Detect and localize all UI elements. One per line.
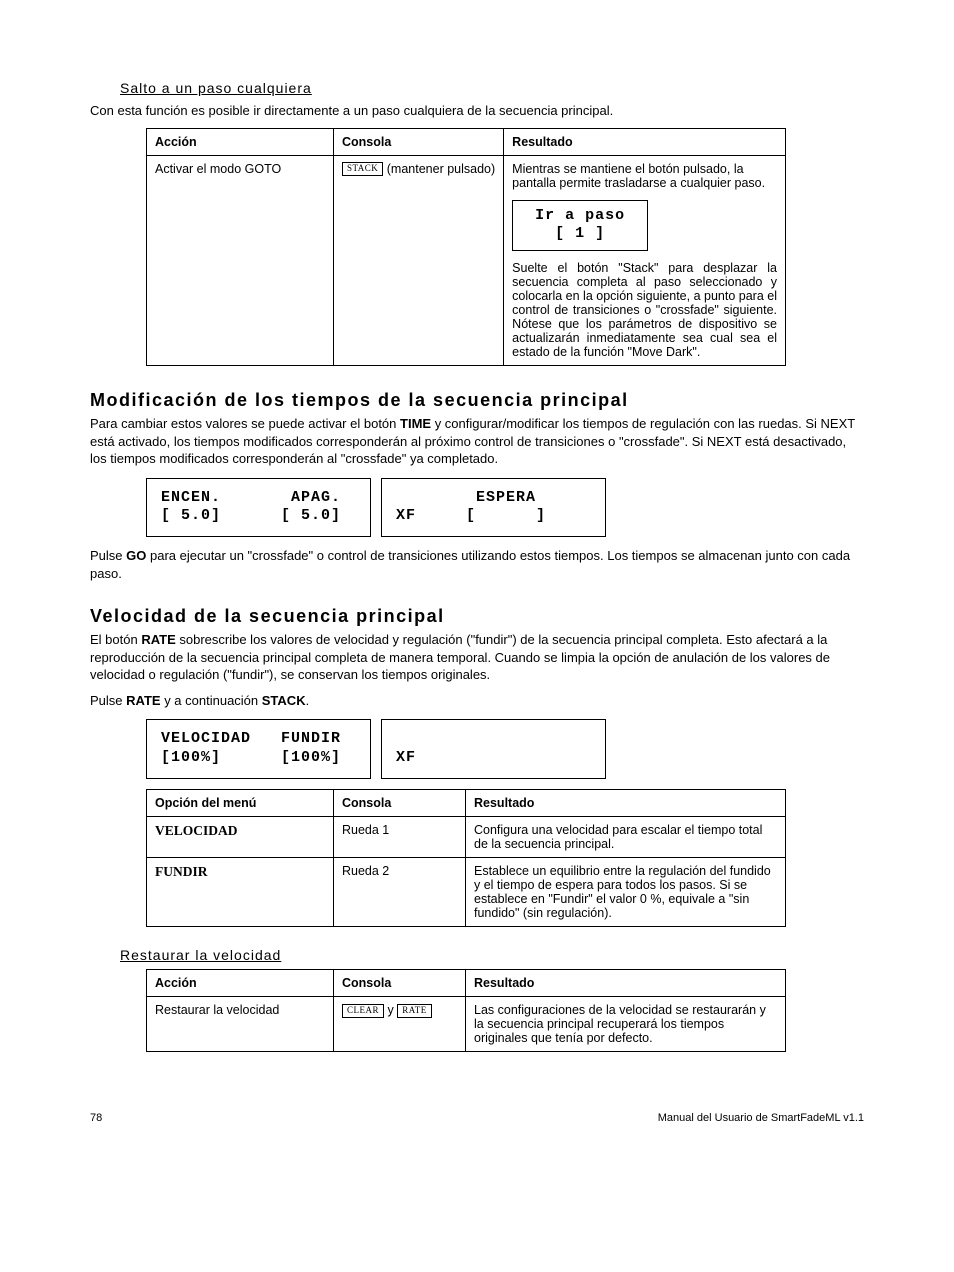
td-opcion: VELOCIDAD	[147, 816, 334, 857]
lcd-row-times: ENCEN. APAG. [ 5.0] [ 5.0] ESPERA XF [ ]	[146, 478, 864, 538]
td-resultado: Configura una velocidad para escalar el …	[466, 816, 786, 857]
lcd-display-times-right: ESPERA XF [ ]	[381, 478, 606, 538]
key-rate: RATE	[397, 1004, 432, 1018]
th-accion: Acción	[147, 969, 334, 996]
td-resultado: Establece un equilibrio entre la regulac…	[466, 857, 786, 926]
th-resultado: Resultado	[504, 128, 786, 155]
section-heading-modif: Modificación de los tiempos de la secuen…	[90, 390, 864, 411]
td-consola: Rueda 1	[334, 816, 466, 857]
td-accion: Activar el modo GOTO	[147, 155, 334, 366]
td-consola: STACK (mantener pulsado)	[334, 155, 504, 366]
section-heading-veloc: Velocidad de la secuencia principal	[90, 606, 864, 627]
lcd-display-rate-left: VELOCIDAD FUNDIR [100%] [100%]	[146, 719, 371, 779]
th-consola: Consola	[334, 969, 466, 996]
paragraph: Con esta función es posible ir directame…	[90, 102, 864, 120]
lcd-display-times-left: ENCEN. APAG. [ 5.0] [ 5.0]	[146, 478, 371, 538]
lcd-display-rate-right: XF	[381, 719, 606, 779]
sep-text: y	[384, 1003, 397, 1017]
lcd-row-rate: VELOCIDAD FUNDIR [100%] [100%] XF	[146, 719, 864, 779]
th-resultado: Resultado	[466, 789, 786, 816]
th-opcion: Opción del menú	[147, 789, 334, 816]
result-text-2: Suelte el botón "Stack" para desplazar l…	[512, 261, 777, 359]
td-resultado: Las configuraciones de la velocidad se r…	[466, 996, 786, 1051]
table-restaurar: Acción Consola Resultado Restaurar la ve…	[146, 969, 786, 1052]
footer-title: Manual del Usuario de SmartFadeML v1.1	[658, 1112, 864, 1124]
th-consola: Consola	[334, 128, 504, 155]
paragraph: Pulse GO para ejecutar un "crossfade" o …	[90, 547, 864, 582]
th-accion: Acción	[147, 128, 334, 155]
subsection-heading-salto: Salto a un paso cualquiera	[120, 80, 864, 96]
lcd-display-goto: Ir a paso[ 1 ]	[512, 200, 648, 252]
paragraph: Pulse RATE y a continuación STACK.	[90, 692, 864, 710]
page-number: 78	[90, 1112, 102, 1124]
key-clear: CLEAR	[342, 1004, 384, 1018]
table-veloc: Opción del menú Consola Resultado VELOCI…	[146, 789, 786, 927]
td-consola: CLEAR y RATE	[334, 996, 466, 1051]
td-accion: Restaurar la velocidad	[147, 996, 334, 1051]
paragraph: El botón RATE sobrescribe los valores de…	[90, 631, 864, 684]
th-consola: Consola	[334, 789, 466, 816]
paragraph: Para cambiar estos valores se puede acti…	[90, 415, 864, 468]
td-consola: Rueda 2	[334, 857, 466, 926]
result-text-1: Mientras se mantiene el botón pulsado, l…	[512, 162, 777, 190]
key-stack: STACK	[342, 162, 383, 176]
td-opcion: FUNDIR	[147, 857, 334, 926]
subsection-heading-restaurar: Restaurar la velocidad	[120, 947, 864, 963]
td-resultado: Mientras se mantiene el botón pulsado, l…	[504, 155, 786, 366]
table-salto: Acción Consola Resultado Activar el modo…	[146, 128, 786, 367]
consola-text: (mantener pulsado)	[383, 162, 495, 176]
page-footer: 78 Manual del Usuario de SmartFadeML v1.…	[90, 1112, 864, 1124]
th-resultado: Resultado	[466, 969, 786, 996]
